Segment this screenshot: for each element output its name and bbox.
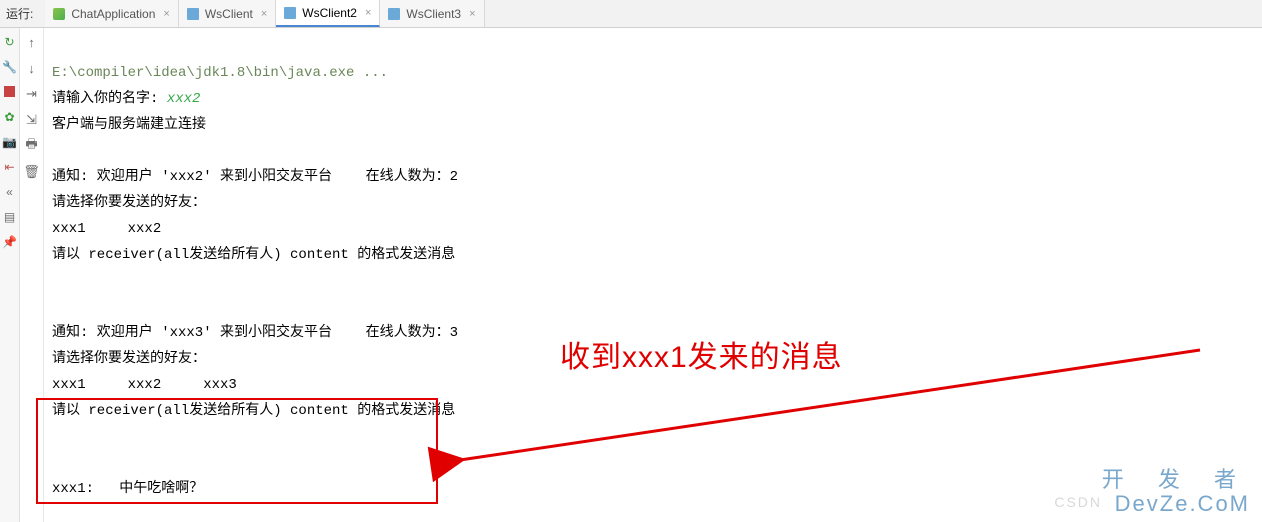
exit-icon[interactable]: ⇤: [2, 159, 17, 174]
tab-wsclient2[interactable]: WsClient2 ×: [276, 0, 380, 27]
pin-icon[interactable]: 📌: [2, 234, 17, 249]
trash-icon[interactable]: 🗑: [24, 164, 40, 180]
back-icon[interactable]: «: [2, 184, 17, 199]
layout-icon[interactable]: ▤: [2, 209, 17, 224]
file-icon: [388, 8, 400, 20]
close-icon[interactable]: ×: [261, 8, 267, 20]
softwrap-icon[interactable]: ⇥: [24, 86, 40, 102]
tab-chatapplication[interactable]: ChatApplication ×: [45, 0, 179, 27]
console-line: xxx1: 中午吃啥啊？: [52, 481, 203, 497]
down-icon[interactable]: ↓: [24, 60, 40, 76]
console-line: 通知: 欢迎用户 'xxx3' 来到小阳交友平台 在线人数为：3: [52, 325, 458, 341]
scrollend-icon[interactable]: ⇲: [24, 112, 40, 128]
console-line: 请以 receiver(all发送给所有人) content 的格式发送消息: [52, 403, 455, 419]
console-output[interactable]: E:\compiler\idea\jdk1.8\bin\java.exe ...…: [44, 28, 1262, 522]
console-line: 客户端与服务端建立连接: [52, 117, 206, 133]
tab-wsclient[interactable]: WsClient ×: [179, 0, 276, 27]
console-line: xxx1 xxx2: [52, 221, 161, 237]
console-line: E:\compiler\idea\jdk1.8\bin\java.exe ...: [52, 65, 388, 81]
console-line: 请输入你的名字: xxx2: [52, 91, 200, 107]
console-line: 请选择你要发送的好友：: [52, 195, 206, 211]
console-line: 请选择你要发送的好友：: [52, 351, 206, 367]
run-tab-bar: 运行: ChatApplication × WsClient × WsClien…: [0, 0, 1262, 28]
rerun-icon[interactable]: ↻: [2, 34, 17, 49]
console-line: 请以 receiver(all发送给所有人) content 的格式发送消息: [52, 247, 455, 263]
user-input: xxx2: [167, 91, 201, 107]
tab-label: WsClient3: [406, 7, 461, 21]
file-icon: [284, 7, 296, 19]
stop-icon[interactable]: [2, 84, 17, 99]
tab-wsclient3[interactable]: WsClient3 ×: [380, 0, 484, 27]
run-toolbar-left: ↻ 🔧 ✿ 📷 ⇤ « ▤ 📌: [0, 28, 20, 522]
tab-label: ChatApplication: [71, 7, 155, 21]
close-icon[interactable]: ×: [163, 8, 169, 20]
camera-icon[interactable]: 📷: [2, 134, 17, 149]
file-icon: [187, 8, 199, 20]
console-toolbar: ↑ ↓ ⇥ ⇲ 🖶 🗑: [20, 28, 44, 522]
close-icon[interactable]: ×: [469, 8, 475, 20]
close-icon[interactable]: ×: [365, 7, 371, 19]
wrench-icon[interactable]: 🔧: [2, 59, 17, 74]
run-label: 运行:: [6, 5, 33, 22]
main-area: ↻ 🔧 ✿ 📷 ⇤ « ▤ 📌 ↑ ↓ ⇥ ⇲ 🖶 🗑 E:\compiler\…: [0, 28, 1262, 522]
console-line: 通知: 欢迎用户 'xxx2' 来到小阳交友平台 在线人数为：2: [52, 169, 458, 185]
tab-label: WsClient: [205, 7, 253, 21]
print-icon[interactable]: 🖶: [24, 138, 40, 154]
up-icon[interactable]: ↑: [24, 34, 40, 50]
debug-icon[interactable]: ✿: [2, 109, 17, 124]
tab-label: WsClient2: [302, 6, 357, 20]
run-tabs: ChatApplication × WsClient × WsClient2 ×…: [45, 0, 484, 27]
console-line: xxx1 xxx2 xxx3: [52, 377, 237, 393]
leaf-icon: [53, 8, 65, 20]
